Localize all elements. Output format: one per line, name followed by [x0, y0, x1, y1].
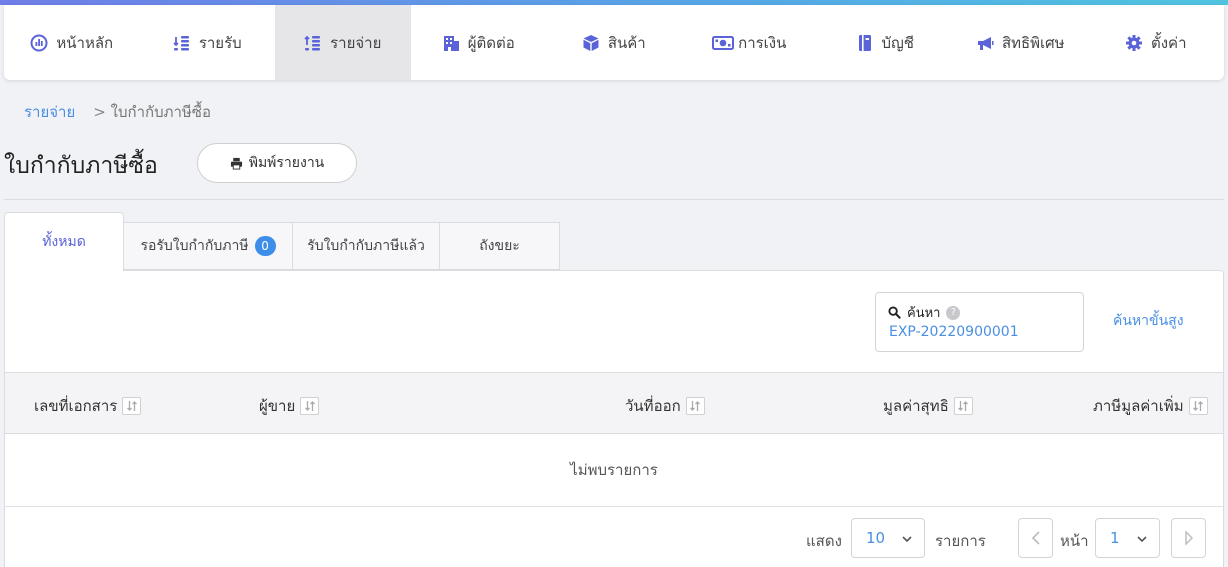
breadcrumb: รายจ่าย > ใบกำกับภาษีซื้อ — [24, 100, 211, 124]
contacts-icon — [442, 34, 460, 52]
advanced-search-link[interactable]: ค้นหาขั้นสูง — [1113, 310, 1184, 332]
nav-item-label: สินค้า — [607, 33, 646, 52]
search-icon — [888, 306, 901, 319]
header-divider — [4, 199, 1224, 200]
column-header-vat[interactable]: ภาษีมูลค่าเพิ่ม — [1093, 394, 1208, 418]
gear-icon — [1125, 34, 1143, 52]
search-label: ค้นหา ? — [888, 302, 961, 323]
chevron-down-icon — [900, 532, 914, 546]
pagination-footer: แสดง 10 รายการ หน้า 1 — [5, 507, 1223, 567]
tab-label: รอรับใบกำกับภาษี — [140, 238, 249, 254]
nav-item-contacts[interactable]: ผู้ติดต่อ — [411, 5, 547, 80]
show-label: แสดง — [806, 532, 842, 550]
nav-item-label: สิทธิพิเศษ — [1001, 33, 1065, 52]
sort-icon[interactable] — [122, 397, 142, 415]
column-header-label: วันที่ออก — [625, 397, 681, 415]
dashboard-icon — [30, 34, 48, 52]
page-size-select[interactable]: 10 — [851, 518, 925, 558]
column-header-document-number[interactable]: เลขที่เอกสาร — [34, 394, 142, 418]
nav-item-label: การเงิน — [738, 33, 787, 52]
sort-icon[interactable] — [1188, 397, 1208, 415]
print-report-label: พิมพ์รายงาน — [248, 155, 325, 171]
filter-tabs: ทั้งหมด รอรับใบกำกับภาษี 0 รับใบกำกับภาษ… — [4, 212, 560, 271]
printer-icon — [230, 157, 243, 170]
search-box[interactable]: ค้นหา ? — [875, 292, 1084, 352]
print-report-button[interactable]: พิมพ์รายงาน — [197, 143, 357, 183]
content-panel: ค้นหา ? ค้นหาขั้นสูง เลขที่เอกสาร ผู้ขาย… — [4, 270, 1224, 567]
chevron-down-icon — [1135, 532, 1149, 546]
nav-item-finance[interactable]: การเงิน — [682, 5, 818, 80]
income-icon — [173, 34, 191, 52]
prev-page-button[interactable] — [1018, 518, 1053, 558]
items-label: รายการ — [935, 532, 986, 550]
column-header-vendor[interactable]: ผู้ขาย — [259, 394, 320, 418]
nav-item-label: ผู้ติดต่อ — [467, 33, 515, 52]
money-icon — [712, 34, 735, 52]
column-header-label: มูลค่าสุทธิ — [883, 397, 949, 415]
nav-item-expense[interactable]: รายจ่าย — [275, 5, 411, 80]
nav-item-income[interactable]: รายรับ — [140, 5, 276, 80]
column-header-label: ภาษีมูลค่าเพิ่ม — [1093, 397, 1184, 415]
breadcrumb-separator: > ใบกำกับภาษีซื้อ — [93, 100, 211, 124]
expense-icon — [304, 34, 322, 52]
main-navbar: หน้าหลัก รายรับ รายจ่าย ผู้ติดต่อ สินค้า… — [4, 5, 1224, 80]
sort-icon[interactable] — [300, 397, 320, 415]
nav-item-label: บัญชี — [881, 33, 914, 52]
column-header-label: เลขที่เอกสาร — [34, 397, 118, 415]
column-header-label: ผู้ขาย — [259, 397, 296, 415]
column-header-net-amount[interactable]: มูลค่าสุทธิ — [883, 394, 973, 418]
breadcrumb-current: ใบกำกับภาษีซื้อ — [110, 103, 211, 121]
breadcrumb-separator-glyph: > — [93, 103, 106, 121]
count-badge: 0 — [254, 236, 276, 256]
chevron-left-icon — [1030, 530, 1042, 546]
page-label: หน้า — [1060, 532, 1089, 550]
next-page-button[interactable] — [1171, 518, 1206, 558]
sort-icon[interactable] — [953, 397, 973, 415]
nav-item-dashboard[interactable]: หน้าหลัก — [4, 5, 140, 80]
tab-label: ถังขยะ — [479, 238, 520, 254]
tab-trash[interactable]: ถังขยะ — [440, 222, 560, 270]
nav-item-accounting[interactable]: บัญชี — [817, 5, 953, 80]
search-label-text: ค้นหา — [907, 306, 941, 321]
page-title: ใบกำกับภาษีซื้อ — [4, 153, 158, 179]
page-number-select[interactable]: 1 — [1095, 518, 1160, 558]
table-header: เลขที่เอกสาร ผู้ขาย วันที่ออก มูลค่าสุทธ… — [5, 372, 1223, 434]
breadcrumb-parent-link[interactable]: รายจ่าย — [24, 100, 75, 124]
current-page-value: 1 — [1110, 529, 1120, 547]
product-box-icon — [582, 34, 600, 52]
nav-item-privileges[interactable]: สิทธิพิเศษ — [953, 5, 1089, 80]
search-input[interactable] — [889, 324, 1074, 340]
nav-item-label: รายรับ — [198, 33, 242, 52]
tab-received-tax-invoice[interactable]: รับใบกำกับภาษีแล้ว — [293, 222, 440, 270]
tab-label: ทั้งหมด — [42, 234, 86, 250]
megaphone-icon — [976, 34, 994, 52]
nav-item-products[interactable]: สินค้า — [546, 5, 682, 80]
column-header-issue-date[interactable]: วันที่ออก — [625, 394, 705, 418]
empty-state-message: ไม่พบรายการ — [5, 434, 1223, 507]
chevron-right-icon — [1183, 530, 1195, 546]
tab-label: รับใบกำกับภาษีแล้ว — [307, 238, 425, 254]
nav-item-label: ตั้งค่า — [1150, 33, 1187, 52]
tab-all[interactable]: ทั้งหมด — [4, 212, 124, 271]
nav-item-settings[interactable]: ตั้งค่า — [1088, 5, 1224, 80]
page-size-value: 10 — [866, 529, 886, 547]
help-icon[interactable]: ? — [946, 305, 961, 320]
nav-item-label: หน้าหลัก — [56, 33, 114, 52]
nav-item-label: รายจ่าย — [330, 33, 382, 52]
sort-icon[interactable] — [685, 397, 705, 415]
tab-awaiting-tax-invoice[interactable]: รอรับใบกำกับภาษี 0 — [124, 222, 293, 270]
book-icon — [856, 34, 874, 52]
